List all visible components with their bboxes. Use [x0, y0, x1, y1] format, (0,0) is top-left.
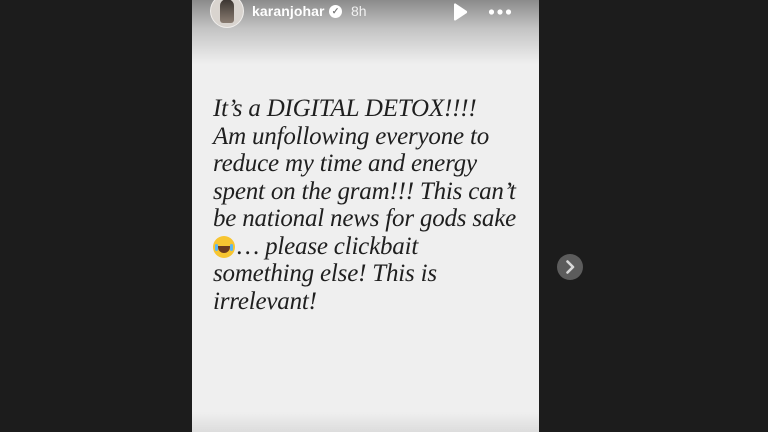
username[interactable]: karanjohar — [252, 3, 325, 19]
story-text: It’s a DIGITAL DETOX!!!! Am unfollowing … — [213, 95, 531, 315]
story-text-line: be national news for gods sake — [213, 205, 517, 232]
more-icon — [488, 9, 512, 15]
play-button[interactable] — [452, 3, 468, 21]
story-frame[interactable]: karanjohar ✓ 8h It’s a DIGITAL DETOX!!!!… — [192, 0, 539, 432]
story-bottom-shade — [192, 412, 539, 432]
more-options-button[interactable] — [488, 3, 512, 21]
story-text-line: … please clickbait — [237, 232, 419, 260]
story-text-line: Am unfollowing everyone to — [213, 122, 489, 150]
avatar[interactable] — [210, 0, 244, 28]
play-icon — [454, 3, 468, 21]
chevron-right-icon — [566, 260, 575, 274]
story-header: karanjohar ✓ 8h — [192, 0, 539, 64]
story-text-line: It’s a DIGITAL DETOX!!!! — [213, 95, 477, 122]
story-text-line: reduce my time and energy — [213, 150, 477, 177]
story-text-line: spent on the gram!!! This can’t — [213, 177, 516, 205]
next-story-button[interactable] — [557, 254, 583, 280]
story-text-line: irrelevant! — [213, 287, 317, 315]
story-text-line: something else! This is — [213, 260, 437, 287]
laughing-emoji-icon — [213, 235, 235, 258]
story-time-ago: 8h — [351, 3, 367, 19]
story-viewer: karanjohar ✓ 8h It’s a DIGITAL DETOX!!!!… — [0, 0, 768, 432]
verified-badge-icon: ✓ — [329, 5, 342, 18]
avatar-photo — [220, 0, 234, 23]
